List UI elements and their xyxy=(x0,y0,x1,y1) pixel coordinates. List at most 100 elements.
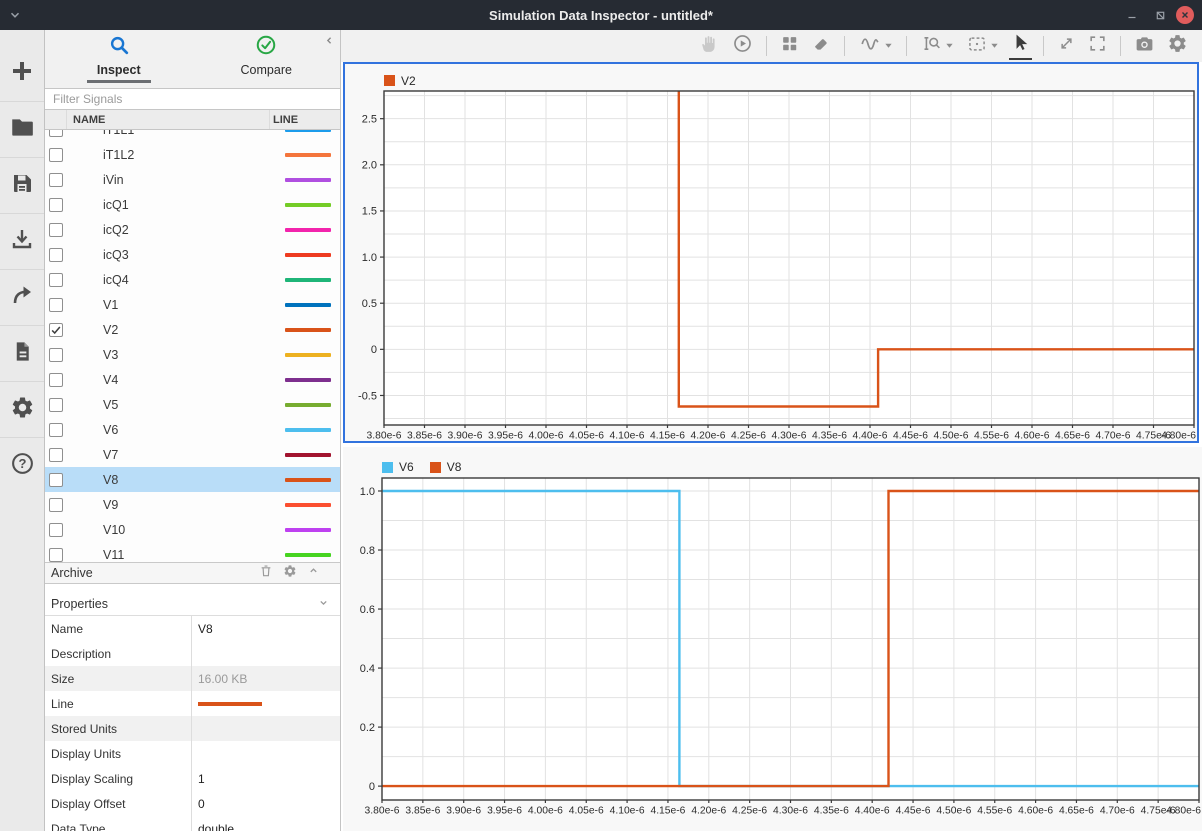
properties-header[interactable]: Properties xyxy=(45,592,340,616)
signal-checkbox-V4[interactable] xyxy=(49,373,63,387)
dropdown-caret-icon[interactable] xyxy=(990,37,999,55)
signal-row-iVin[interactable]: iVin xyxy=(45,167,340,192)
property-value[interactable]: 16.00 KB xyxy=(191,666,340,691)
signal-row-iT1L1[interactable]: iT1L1 xyxy=(45,130,340,142)
property-value[interactable] xyxy=(191,691,340,716)
property-value[interactable] xyxy=(191,641,340,666)
signal-checkbox-icQ2[interactable] xyxy=(49,223,63,237)
signal-row-icQ3[interactable]: icQ3 xyxy=(45,242,340,267)
signal-checkbox-V7[interactable] xyxy=(49,448,63,462)
title-bar: Simulation Data Inspector - untitled* xyxy=(0,0,1202,30)
subplot-v6-v8[interactable]: V6V8 1.00.80.60.40.203.80e-63.85e-63.90e… xyxy=(343,447,1202,831)
rail-button-open-folder[interactable] xyxy=(0,102,44,158)
tool-pointer-arrow[interactable] xyxy=(1009,32,1032,60)
signal-checkbox-V2[interactable] xyxy=(49,323,63,337)
property-value[interactable]: 0 xyxy=(191,791,340,816)
archive-bar[interactable]: Archive xyxy=(45,562,340,584)
tool-maximize-axes[interactable] xyxy=(1055,33,1078,59)
rail-button-help-question[interactable]: ? xyxy=(0,438,44,494)
property-value[interactable]: V8 xyxy=(191,616,340,641)
rail-button-create-report[interactable] xyxy=(0,326,44,382)
signal-checkbox-icQ3[interactable] xyxy=(49,248,63,262)
minimize-button[interactable] xyxy=(1120,4,1144,26)
window-menu-chevron-icon[interactable] xyxy=(0,8,30,22)
svg-text:0.4: 0.4 xyxy=(360,663,375,675)
signal-checkbox-V6[interactable] xyxy=(49,423,63,437)
plot-v2-canvas[interactable]: 2.52.01.51.00.50-0.53.80e-63.85e-63.90e-… xyxy=(345,90,1197,441)
signal-row-V11[interactable]: V11 xyxy=(45,542,340,562)
panel-gap xyxy=(45,584,340,592)
tool-fullscreen[interactable] xyxy=(1086,33,1109,59)
help-question-icon: ? xyxy=(10,451,35,481)
tool-eraser[interactable] xyxy=(809,33,833,60)
tool-pan-hand xyxy=(698,33,722,60)
tool-signal-wave[interactable] xyxy=(856,32,895,61)
signal-checkbox-iT1L1[interactable] xyxy=(49,130,63,137)
archive-collapse-chevron-up-icon[interactable] xyxy=(307,564,320,582)
signal-checkbox-icQ4[interactable] xyxy=(49,273,63,287)
signal-row-V6[interactable]: V6 xyxy=(45,417,340,442)
tool-settings-gear[interactable] xyxy=(1165,32,1190,60)
property-value[interactable]: double xyxy=(191,816,340,831)
properties-chevron-down-icon[interactable] xyxy=(317,596,334,612)
trash-icon[interactable] xyxy=(259,564,273,583)
archive-gear-icon[interactable] xyxy=(283,564,297,583)
filter-signals-input[interactable] xyxy=(45,88,340,110)
signal-row-V3[interactable]: V3 xyxy=(45,342,340,367)
svg-text:4.65e-6: 4.65e-6 xyxy=(1055,431,1090,442)
tab-compare[interactable]: Compare xyxy=(193,30,341,88)
signal-checkbox-icQ1[interactable] xyxy=(49,198,63,212)
signal-line-swatch xyxy=(285,153,331,157)
plot-v6-v8-canvas[interactable]: 1.00.80.60.40.203.80e-63.85e-63.90e-63.9… xyxy=(343,477,1202,831)
signal-checkbox-V11[interactable] xyxy=(49,548,63,562)
legend-label: V6 xyxy=(399,460,414,474)
dropdown-caret-icon[interactable] xyxy=(945,37,954,55)
tool-replay-play[interactable] xyxy=(730,32,755,60)
restore-button[interactable] xyxy=(1148,4,1172,26)
property-value[interactable] xyxy=(191,716,340,741)
rail-button-save-disk[interactable] xyxy=(0,158,44,214)
signal-row-icQ2[interactable]: icQ2 xyxy=(45,217,340,242)
collapse-panel-icon[interactable] xyxy=(323,34,336,52)
rail-button-add-plus[interactable] xyxy=(0,46,44,102)
signal-row-V9[interactable]: V9 xyxy=(45,492,340,517)
tool-zoom-in-time[interactable] xyxy=(918,32,956,60)
chart-area: V2 2.52.01.51.00.50-0.53.80e-63.85e-63.9… xyxy=(341,62,1202,831)
signal-row-V8[interactable]: V8 xyxy=(45,467,340,492)
signal-checkbox-iT1L2[interactable] xyxy=(49,148,63,162)
signal-row-V7[interactable]: V7 xyxy=(45,442,340,467)
signal-row-V10[interactable]: V10 xyxy=(45,517,340,542)
import-download-icon xyxy=(10,227,34,256)
signal-checkbox-iVin[interactable] xyxy=(49,173,63,187)
close-button[interactable] xyxy=(1176,6,1194,24)
rail-button-export-share[interactable] xyxy=(0,270,44,326)
signal-checkbox-V3[interactable] xyxy=(49,348,63,362)
signal-row-iT1L2[interactable]: iT1L2 xyxy=(45,142,340,167)
property-row-display-offset: Display Offset0 xyxy=(45,791,340,816)
dropdown-caret-icon[interactable] xyxy=(884,37,893,55)
legend-v6-v8: V6V8 xyxy=(343,447,1202,477)
signal-row-V5[interactable]: V5 xyxy=(45,392,340,417)
signal-checkbox-V1[interactable] xyxy=(49,298,63,312)
signal-checkbox-V8[interactable] xyxy=(49,473,63,487)
signal-row-V4[interactable]: V4 xyxy=(45,367,340,392)
signal-checkbox-V9[interactable] xyxy=(49,498,63,512)
subplot-v2[interactable]: V2 2.52.01.51.00.50-0.53.80e-63.85e-63.9… xyxy=(343,62,1199,443)
tool-subplot-grid[interactable] xyxy=(778,33,801,59)
legend-label: V2 xyxy=(401,74,416,88)
signal-row-V1[interactable]: V1 xyxy=(45,292,340,317)
rail-button-import-download[interactable] xyxy=(0,214,44,270)
signal-row-icQ1[interactable]: icQ1 xyxy=(45,192,340,217)
tab-inspect[interactable]: Inspect xyxy=(45,30,193,88)
signal-checkbox-V5[interactable] xyxy=(49,398,63,412)
property-value[interactable]: 1 xyxy=(191,766,340,791)
signal-row-V2[interactable]: V2 xyxy=(45,317,340,342)
signal-row-icQ4[interactable]: icQ4 xyxy=(45,267,340,292)
property-value[interactable] xyxy=(191,741,340,766)
svg-text:1.0: 1.0 xyxy=(360,486,375,498)
signal-checkbox-V10[interactable] xyxy=(49,523,63,537)
svg-text:4.05e-6: 4.05e-6 xyxy=(569,806,604,817)
tool-fit-to-view[interactable] xyxy=(964,33,1001,60)
tool-snapshot-camera[interactable] xyxy=(1132,32,1157,60)
rail-button-preferences-gear[interactable] xyxy=(0,382,44,438)
